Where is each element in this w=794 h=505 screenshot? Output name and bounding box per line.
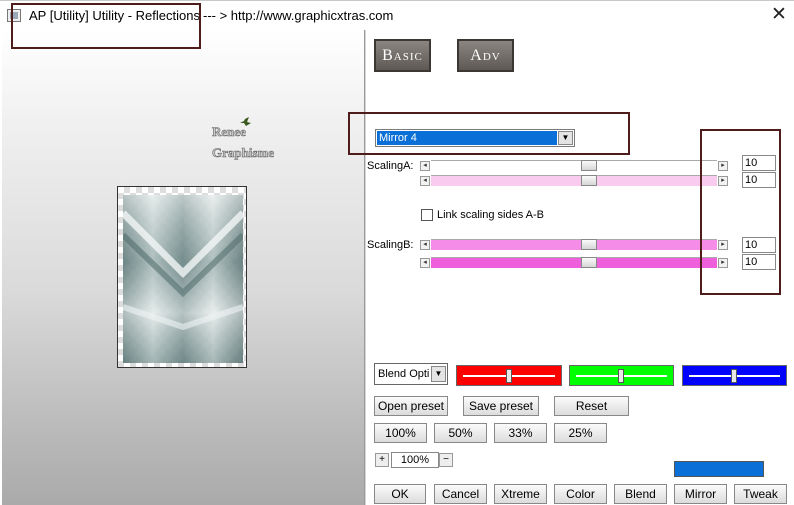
annotation-box-title xyxy=(11,3,201,49)
scaling-b2-left-arrow-icon[interactable]: ◂ xyxy=(420,258,430,268)
scaling-a1-thumb[interactable] xyxy=(581,160,597,171)
open-preset-button[interactable]: Open preset xyxy=(374,396,448,416)
preview-thumbnail xyxy=(117,186,247,368)
scaling-b2-slider[interactable] xyxy=(431,257,717,268)
watermark-logo: Renee Graphisme xyxy=(210,117,290,163)
save-preset-button[interactable]: Save preset xyxy=(463,396,539,416)
watermark-line2: Graphisme xyxy=(212,145,274,160)
scaling-a1-slider[interactable] xyxy=(431,160,717,171)
reset-button[interactable]: Reset xyxy=(554,396,629,416)
link-scaling-label: Link scaling sides A-B xyxy=(437,209,544,221)
color-swatch[interactable] xyxy=(674,461,764,477)
mirror-button[interactable]: Mirror xyxy=(674,484,727,504)
scaling-a2-slider[interactable] xyxy=(431,175,717,186)
scaling-b-label: ScalingB: xyxy=(367,239,414,251)
zoom-25-button[interactable]: 25% xyxy=(554,423,607,443)
ok-button[interactable]: OK xyxy=(374,484,426,504)
blue-slider-thumb[interactable] xyxy=(731,369,737,383)
color-button[interactable]: Color xyxy=(554,484,607,504)
cancel-button[interactable]: Cancel xyxy=(434,484,487,504)
scaling-b2-thumb[interactable] xyxy=(581,257,597,268)
blend-options-value: Blend Opti xyxy=(378,368,430,380)
tab-basic[interactable]: Basic xyxy=(374,39,431,72)
window-url: --- > http://www.graphicxtras.com xyxy=(203,8,394,23)
zoom-100-button[interactable]: 100% xyxy=(374,423,427,443)
red-slider-thumb[interactable] xyxy=(506,369,512,383)
blend-button[interactable]: Blend xyxy=(614,484,667,504)
scaling-b1-thumb[interactable] xyxy=(581,239,597,250)
close-button[interactable]: ✕ xyxy=(766,3,792,27)
green-slider-thumb[interactable] xyxy=(618,369,624,383)
link-scaling-checkbox[interactable] xyxy=(421,209,433,221)
zoom-value[interactable]: 100% xyxy=(391,452,439,468)
blend-options-select[interactable]: Blend Opti ▼ xyxy=(374,363,448,385)
green-slider[interactable] xyxy=(569,365,674,386)
red-slider[interactable] xyxy=(456,365,562,386)
annotation-box-effect xyxy=(348,112,630,155)
zoom-in-button[interactable]: + xyxy=(375,453,389,467)
tab-adv[interactable]: Adv xyxy=(457,39,514,72)
zoom-out-button[interactable]: − xyxy=(439,453,453,467)
chevron-down-icon[interactable]: ▼ xyxy=(431,366,446,382)
scaling-a2-thumb[interactable] xyxy=(581,175,597,186)
scaling-b1-left-arrow-icon[interactable]: ◂ xyxy=(420,240,430,250)
blue-slider[interactable] xyxy=(682,365,787,386)
scaling-a2-left-arrow-icon[interactable]: ◂ xyxy=(420,176,430,186)
annotation-box-values xyxy=(700,129,781,295)
tweak-button[interactable]: Tweak xyxy=(734,484,787,504)
scaling-a-label: ScalingA: xyxy=(367,160,414,172)
xtreme-button[interactable]: Xtreme xyxy=(494,484,547,504)
watermark-line1: Renee xyxy=(212,124,246,139)
zoom-33-button[interactable]: 33% xyxy=(494,423,547,443)
close-icon: ✕ xyxy=(771,4,787,25)
scaling-a1-left-arrow-icon[interactable]: ◂ xyxy=(420,161,430,171)
zoom-50-button[interactable]: 50% xyxy=(434,423,487,443)
scaling-b1-slider[interactable] xyxy=(431,239,717,250)
